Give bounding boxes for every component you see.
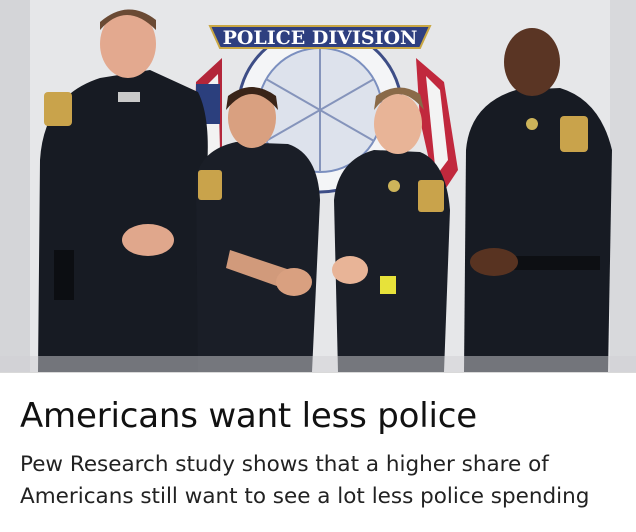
emblem-text: POLICE DIVISION <box>223 27 418 49</box>
article-photo[interactable]: POLICE DIVISION <box>0 0 636 372</box>
article-summary: Pew Research study shows that a higher s… <box>20 452 590 509</box>
article-headline[interactable]: Americans want less police <box>20 396 620 436</box>
news-card[interactable]: POLICE DIVISION Americans want less poli… <box>0 0 636 532</box>
image-divider <box>0 372 636 373</box>
officers-photo-illustration: POLICE DIVISION <box>0 0 636 372</box>
